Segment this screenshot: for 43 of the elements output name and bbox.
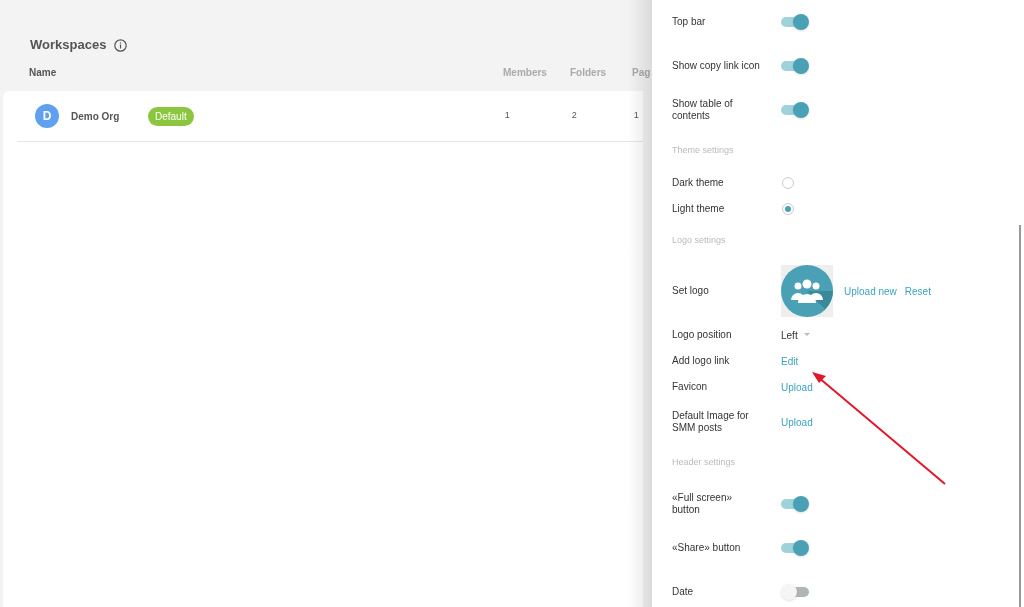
page-title: Workspaces <box>30 36 107 55</box>
setting-label: Light theme <box>672 203 726 215</box>
workspace-name[interactable]: Demo Org <box>71 108 148 124</box>
column-header: Folders <box>570 66 608 80</box>
setting-label: Date <box>672 586 695 598</box>
scrollbar[interactable] <box>1019 225 1021 607</box>
section-heading: Logo settings <box>672 234 726 248</box>
setting-label: Show table of contents <box>672 98 734 122</box>
info-icon <box>114 38 128 52</box>
members-cell-text: 1 <box>504 109 511 123</box>
setting-label: Show copy link icon <box>672 60 761 72</box>
caret-icon <box>803 333 810 337</box>
section-heading: Header settings <box>672 456 736 470</box>
toggle-switch[interactable] <box>781 58 809 74</box>
column-header: Pag <box>632 66 652 80</box>
toggle-switch[interactable] <box>781 14 809 30</box>
toggle-switch[interactable] <box>781 496 809 512</box>
pages-cell: 1 <box>633 109 639 123</box>
toggle-switch[interactable] <box>781 584 809 600</box>
default-badge: Default <box>148 106 194 126</box>
section-heading: Theme settings <box>672 144 734 158</box>
position-dropdown[interactable]: Left <box>781 327 810 343</box>
setting-label: Logo position <box>672 329 733 341</box>
setting-label: Set logo <box>672 285 710 297</box>
setting-label: «Full screen» button <box>672 492 734 516</box>
setting-label: Add logo link <box>672 355 731 367</box>
column-header: Name <box>29 66 58 80</box>
action-link[interactable]: Upload <box>781 414 813 430</box>
action-link[interactable]: Upload new <box>844 283 897 299</box>
action-link[interactable]: Reset <box>904 283 931 299</box>
setting-label: Top bar <box>672 16 707 28</box>
toggle-switch[interactable] <box>781 102 809 118</box>
setting-label: Dark theme <box>672 177 725 189</box>
setting-label: «Share» button <box>672 542 742 554</box>
setting-label: Favicon <box>672 381 708 393</box>
toggle-switch[interactable] <box>781 540 809 556</box>
logo-image <box>781 265 833 317</box>
folders-cell-text: 2 <box>571 109 578 123</box>
action-link[interactable]: Edit <box>781 353 799 369</box>
action-link[interactable]: Upload <box>781 379 813 395</box>
column-header: Members <box>503 66 548 80</box>
setting-label: Default Image for SMM posts <box>672 410 750 434</box>
avatar: D <box>35 104 59 128</box>
